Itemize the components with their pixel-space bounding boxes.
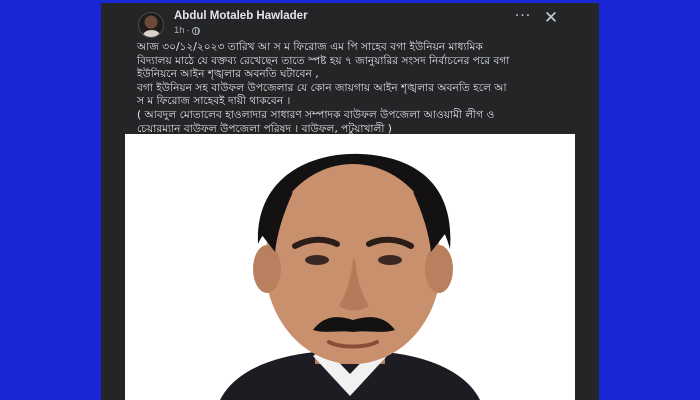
close-icon[interactable]: ✕: [541, 9, 561, 29]
post-header: Abdul Motaleb Hawlader 1h · ··· ✕: [101, 3, 599, 41]
author-avatar[interactable]: [138, 12, 164, 38]
facebook-post-card: Abdul Motaleb Hawlader 1h · ··· ✕ আজ ৩০/…: [101, 3, 599, 400]
portrait-image: [125, 134, 575, 400]
post-text-line: ইউনিয়নে আইন শৃঙ্খলার অবনতি ঘটাবেন ,: [137, 68, 319, 81]
post-photo[interactable]: [125, 134, 575, 400]
post-meta: 1h ·: [174, 25, 200, 36]
post-text-line: বগা ইউনিয়ন সহ বাউফল উপজেলার যে কোন জায়…: [137, 81, 507, 94]
author-name[interactable]: Abdul Motaleb Hawlader: [174, 10, 308, 22]
globe-icon: [191, 26, 200, 35]
post-text-line: বিদ্যালয় মাঠে যে বক্তব্য রেখেছেন তাতে স…: [137, 54, 510, 67]
post-text-line: স ম ফিরোজ সাহেবই দায়ী থাকবেন ।: [137, 95, 291, 108]
post-text-line: আজ ৩০/১২/২০২৩ তারিখ আ স ম ফিরোজ এম পি সা…: [137, 41, 483, 53]
more-options-icon[interactable]: ···: [512, 9, 534, 27]
post-timestamp[interactable]: 1h: [174, 25, 185, 36]
post-text-line: ( আবদুল মোতালেব হাওলাদার সাধারণ সম্পাদক …: [137, 108, 495, 121]
post-text: আজ ৩০/১২/২০২৩ তারিখ আ স ম ফিরোজ এম পি সা…: [137, 41, 577, 136]
